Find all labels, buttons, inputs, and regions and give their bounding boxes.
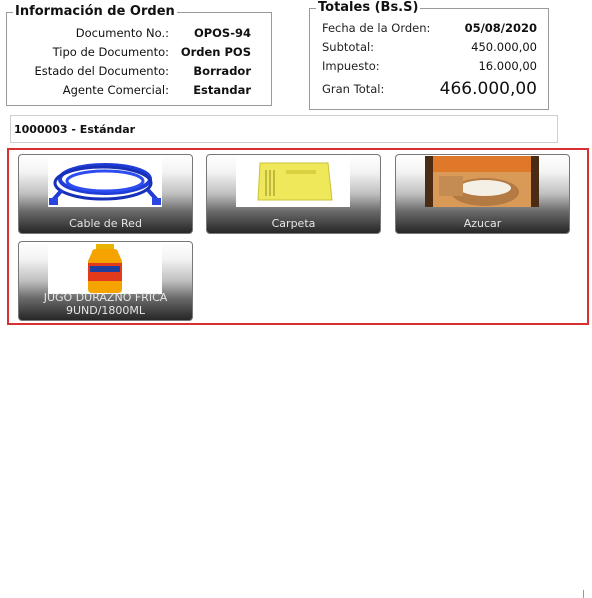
order-info-panel: Información de Orden Documento No.: OPOS… <box>6 3 272 106</box>
product-grid: Cable de Red Carpeta Azucar JUGO DURAZNO… <box>7 148 589 325</box>
price-list-selector[interactable]: 1000003 - Estándar <box>10 115 558 143</box>
order-date-value: 05/08/2020 <box>464 21 537 35</box>
totals-title: Totales (Bs.S) <box>316 0 421 17</box>
document-status-label: Estado del Documento: <box>34 64 169 78</box>
grand-total-value: 466.000,00 <box>439 79 537 99</box>
order-info-title: Información de Orden <box>13 3 177 21</box>
product-name: Carpeta <box>271 217 316 230</box>
subtotal-value: 450.000,00 <box>471 40 537 54</box>
sugar-bag-image <box>425 156 539 207</box>
price-list-label: 1000003 - Estándar <box>14 123 136 136</box>
product-button-carpeta[interactable]: Carpeta <box>206 154 381 234</box>
sales-agent-value: Estandar <box>193 83 251 97</box>
grand-total-label: Gran Total: <box>322 82 385 96</box>
product-button-cable-de-red[interactable]: Cable de Red <box>18 154 193 234</box>
totals-panel: Totales (Bs.S) Fecha de la Orden: 05/08/… <box>309 0 549 110</box>
document-status-value: Borrador <box>193 64 251 78</box>
product-button-azucar[interactable]: Azucar <box>395 154 570 234</box>
tax-value: 16.000,00 <box>478 59 537 73</box>
juice-bottle-image <box>48 243 162 294</box>
document-type-label: Tipo de Documento: <box>52 45 169 59</box>
product-name: JUGO DURAZNO FRICA 9UND/1800ML <box>43 291 168 317</box>
product-name: Cable de Red <box>69 217 142 230</box>
network-cable-image <box>48 156 162 207</box>
product-name: Azucar <box>463 217 502 230</box>
subtotal-label: Subtotal: <box>322 40 375 54</box>
product-button-jugo-durazno[interactable]: JUGO DURAZNO FRICA 9UND/1800ML <box>18 241 193 321</box>
order-date-label: Fecha de la Orden: <box>322 21 431 35</box>
document-number-value: OPOS-94 <box>193 26 251 40</box>
corner-divider <box>583 590 584 598</box>
document-number-label: Documento No.: <box>75 26 169 40</box>
folder-image <box>236 156 350 207</box>
sales-agent-label: Agente Comercial: <box>62 83 169 97</box>
document-type-value: Orden POS <box>180 45 251 59</box>
tax-label: Impuesto: <box>322 59 380 73</box>
